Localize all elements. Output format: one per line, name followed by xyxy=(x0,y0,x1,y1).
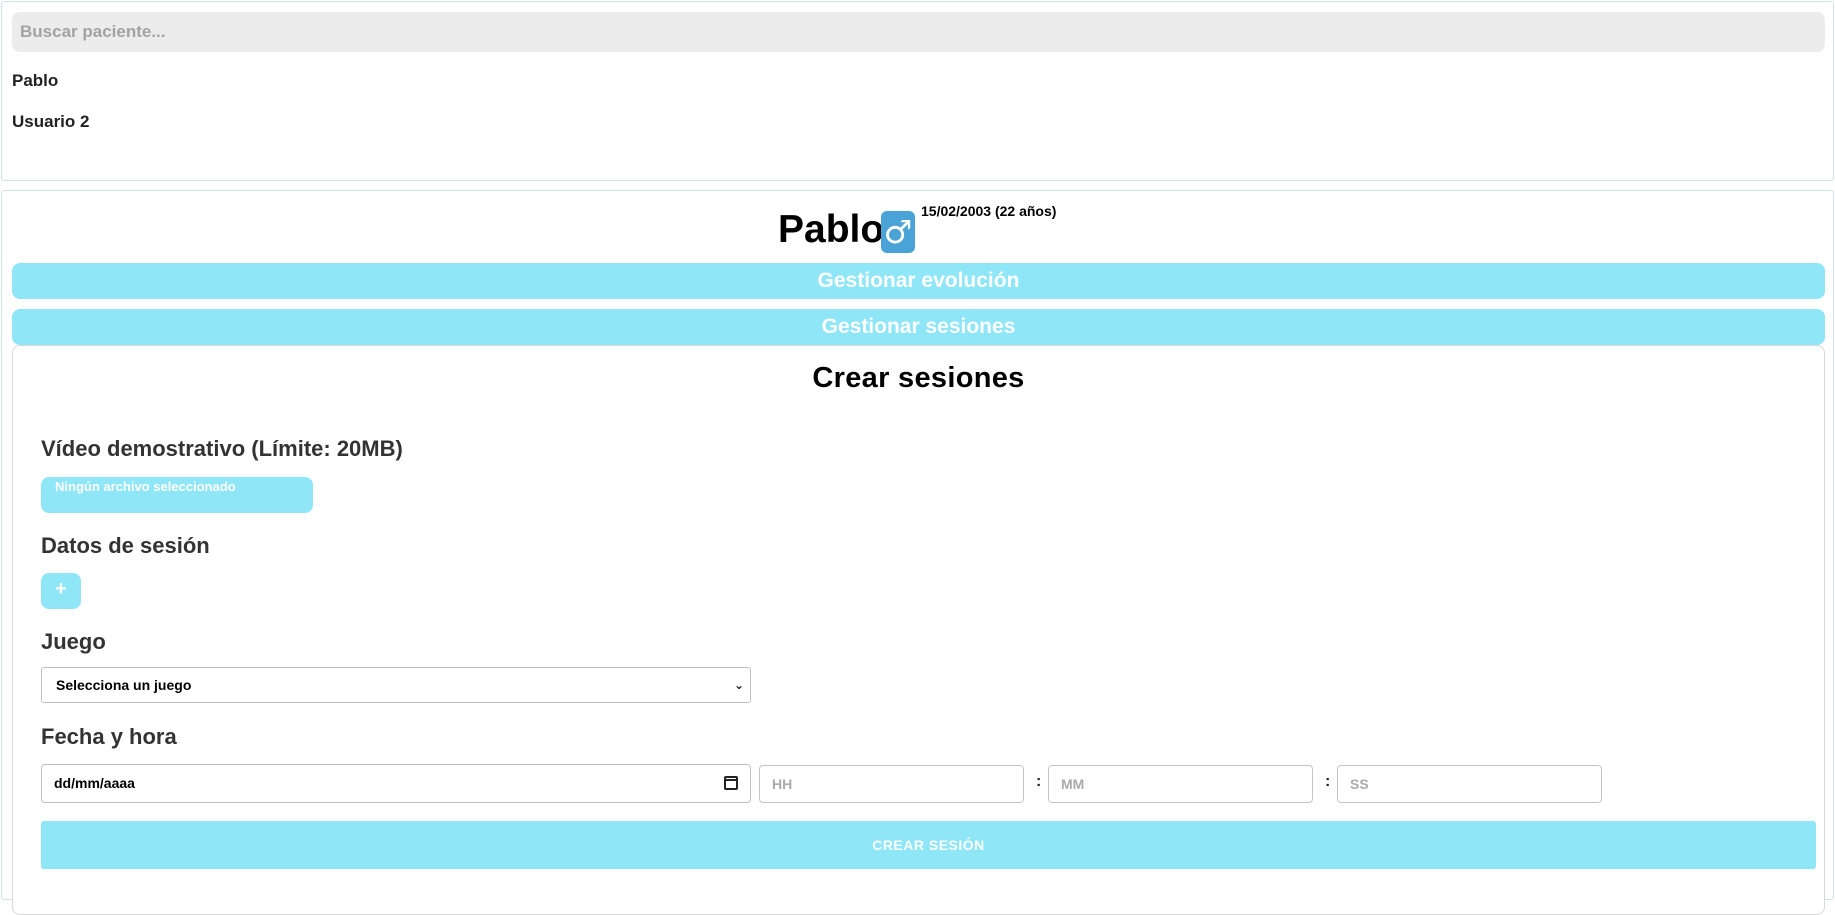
patient-detail-panel: Pablo ♂ 15/02/2003 (22 años) Gestionar e… xyxy=(1,190,1834,915)
date-input[interactable]: dd/mm/aaaa xyxy=(41,764,751,803)
game-select-value: Selecciona un juego xyxy=(56,677,192,693)
create-session-card: Crear sesiones Vídeo demostrativo (Límit… xyxy=(12,345,1825,915)
manage-sessions-button[interactable]: Gestionar sesiones xyxy=(12,309,1825,345)
create-session-button[interactable]: CREAR SESIÓN xyxy=(41,821,1816,869)
patient-item-pablo[interactable]: Pablo xyxy=(12,71,58,91)
hours-input[interactable]: HH xyxy=(759,765,1024,803)
search-input[interactable] xyxy=(12,12,1825,52)
game-label: Juego xyxy=(41,629,106,654)
birthdate-age: 15/02/2003 (22 años) xyxy=(921,203,1057,219)
minutes-input[interactable]: MM xyxy=(1048,765,1313,803)
video-file-input[interactable]: Ningún archivo seleccionado xyxy=(41,477,313,513)
manage-evolution-button[interactable]: Gestionar evolución xyxy=(12,263,1825,299)
date-input-placeholder: dd/mm/aaaa xyxy=(54,775,135,791)
patient-item-usuario-2[interactable]: Usuario 2 xyxy=(12,112,89,132)
male-icon: ♂ xyxy=(881,211,915,253)
date-time-label: Fecha y hora xyxy=(41,724,177,749)
time-separator: : xyxy=(1036,773,1042,790)
session-data-label: Datos de sesión xyxy=(41,533,210,558)
time-separator: : xyxy=(1325,773,1331,790)
video-label: Vídeo demostrativo (Límite: 20MB) xyxy=(41,436,403,461)
add-session-data-button[interactable]: + xyxy=(41,573,81,609)
calendar-icon[interactable] xyxy=(724,776,738,790)
seconds-input[interactable]: SS xyxy=(1337,765,1602,803)
create-session-title: Crear sesiones xyxy=(812,362,1025,394)
game-select[interactable]: Selecciona un juego ⌄ xyxy=(41,667,751,703)
chevron-down-icon: ⌄ xyxy=(733,678,744,692)
patient-name-heading: Pablo xyxy=(778,208,885,251)
patient-list-panel: Pablo Usuario 2 xyxy=(1,1,1834,181)
